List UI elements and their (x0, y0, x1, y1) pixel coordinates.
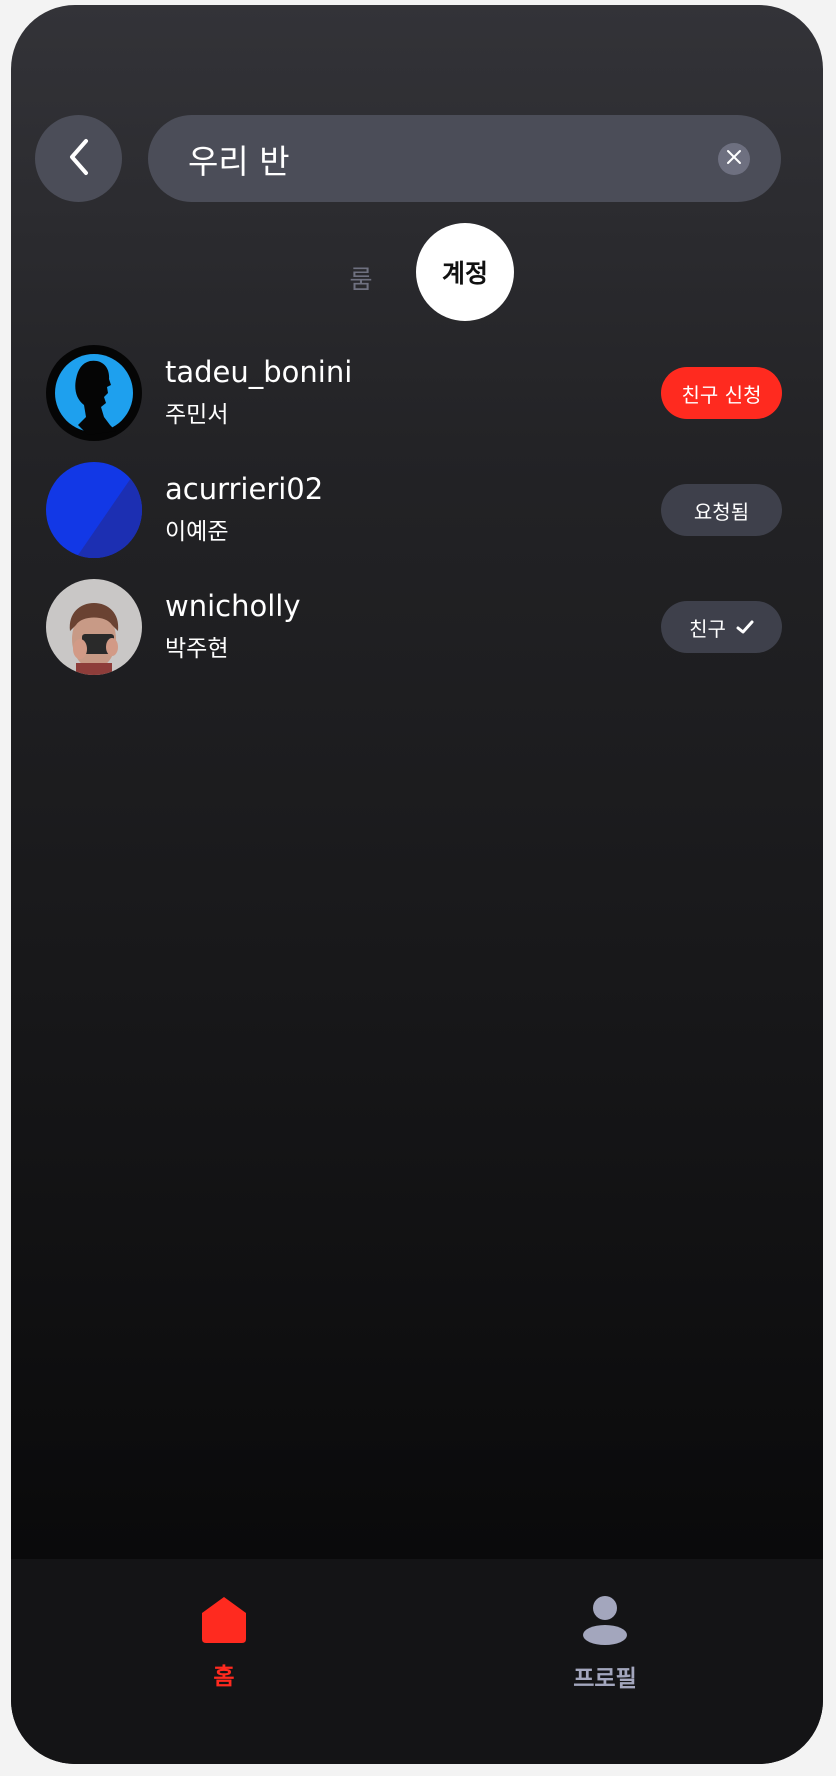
list-item[interactable]: wnicholly 박주현 친구 (11, 579, 823, 679)
nav-label: 프로필 (573, 1666, 637, 1692)
nav-item-home[interactable]: 홈 (164, 1595, 284, 1705)
chevron-left-icon (64, 137, 94, 181)
tab-room[interactable]: 룸 (331, 233, 391, 323)
nav-item-profile[interactable]: 프로필 (545, 1595, 665, 1705)
button-label: 요청됨 (693, 499, 750, 524)
clear-search-button[interactable] (718, 143, 750, 175)
avatar (46, 345, 142, 441)
requested-button[interactable]: 요청됨 (661, 484, 782, 536)
close-icon (726, 149, 742, 169)
tab-account[interactable]: 계정 (416, 223, 514, 321)
checkmark-icon (736, 619, 754, 635)
back-button[interactable] (35, 115, 122, 202)
search-bar (148, 115, 781, 202)
home-icon (200, 1595, 248, 1647)
real-name: 박주현 (165, 636, 229, 662)
button-label: 친구 (689, 616, 726, 641)
profile-icon (581, 1595, 629, 1649)
real-name: 주민서 (165, 402, 229, 428)
avatar (46, 462, 142, 558)
nav-label: 홈 (213, 1664, 235, 1690)
search-input[interactable] (188, 115, 688, 202)
username: acurrieri02 (165, 472, 324, 506)
button-label: 친구 신청 (681, 382, 762, 407)
phone-screen: 룸 계정 tadeu_bonini 주민서 친구 신청 acurrieri02 … (11, 5, 823, 1764)
list-item[interactable]: tadeu_bonini 주민서 친구 신청 (11, 345, 823, 445)
username: tadeu_bonini (165, 355, 353, 389)
list-item[interactable]: acurrieri02 이예준 요청됨 (11, 462, 823, 562)
bottom-nav: 홈 프로필 (11, 1559, 823, 1764)
avatar (46, 579, 142, 675)
friends-button[interactable]: 친구 (661, 601, 782, 653)
friend-request-button[interactable]: 친구 신청 (661, 367, 782, 419)
real-name: 이예준 (165, 519, 229, 545)
username: wnicholly (165, 589, 301, 623)
